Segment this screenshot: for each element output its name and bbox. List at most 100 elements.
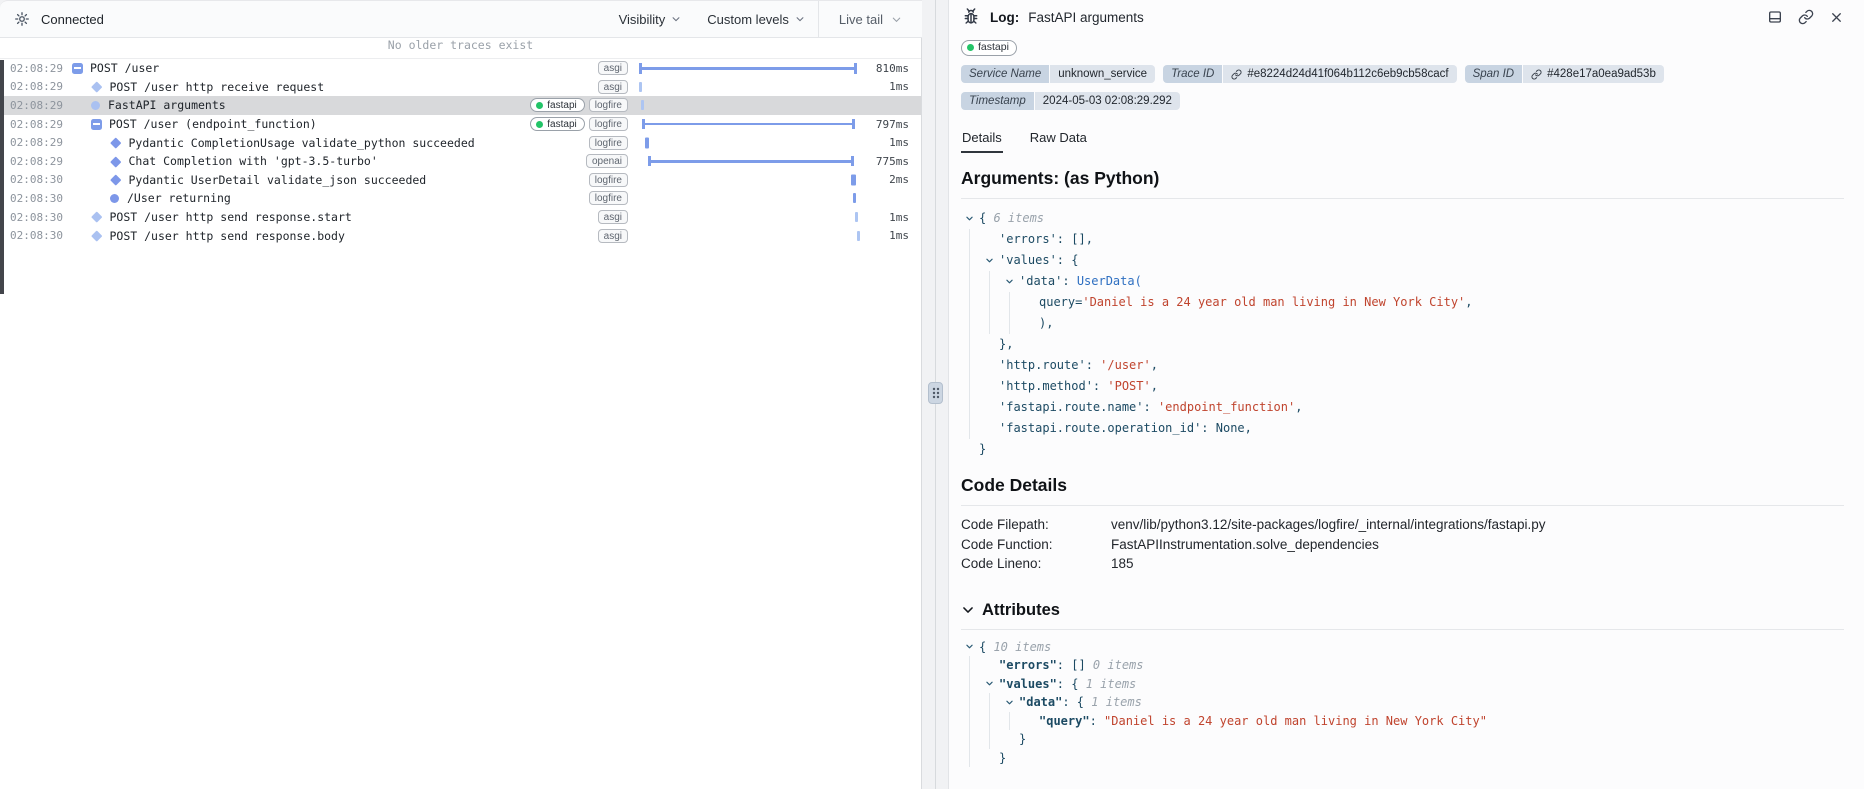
indent-guide bbox=[989, 271, 1005, 292]
tree-line-text: "query": "Daniel is a 24 year old man li… bbox=[1039, 712, 1487, 731]
chip-value[interactable]: #428e17a0ea9ad53b bbox=[1523, 65, 1664, 83]
indent-guide bbox=[1009, 712, 1025, 731]
list-scrollbar[interactable] bbox=[0, 60, 4, 294]
tree-line: { 6 items bbox=[965, 208, 1844, 229]
toggle-panel-layout-button[interactable] bbox=[1767, 9, 1783, 25]
record-title: FastAPI arguments bbox=[1028, 10, 1144, 25]
tree-line-text: "data": { 1 items bbox=[1019, 693, 1142, 712]
copy-link-button[interactable] bbox=[1798, 9, 1814, 25]
trace-row[interactable]: 02:08:29Chat Completion with 'gpt-3.5-tu… bbox=[0, 152, 921, 171]
indent-guide bbox=[969, 313, 985, 334]
connected-label: Connected bbox=[41, 12, 104, 27]
tree-collapse-toggle[interactable] bbox=[985, 250, 999, 271]
link-icon bbox=[1531, 69, 1542, 80]
app-window: Connected Visibility Custom levels bbox=[0, 0, 1864, 789]
metadata-chips: Service Nameunknown_serviceTrace ID#e822… bbox=[961, 65, 1844, 110]
tree-collapse-toggle[interactable] bbox=[985, 675, 999, 694]
duration-tick bbox=[641, 100, 644, 110]
scope-badge: fastapi bbox=[961, 40, 1017, 56]
tree-line: 'http.route': '/user', bbox=[965, 355, 1844, 376]
duration-tick bbox=[851, 174, 856, 185]
metadata-chip: Service Nameunknown_service bbox=[961, 65, 1155, 83]
tree-slot bbox=[1025, 313, 1039, 334]
tree-collapse-toggle[interactable] bbox=[1005, 693, 1019, 712]
trace-row[interactable]: 02:08:30/User returninglogfire bbox=[0, 189, 921, 208]
timeline-cell bbox=[638, 59, 863, 78]
custom-levels-label: Custom levels bbox=[707, 12, 789, 27]
indent-guide bbox=[1009, 292, 1025, 313]
trace-row[interactable]: 02:08:29FastAPI argumentsfastapilogfire bbox=[0, 96, 921, 115]
status-dot bbox=[536, 121, 543, 128]
trace-row-time: 02:08:29 bbox=[10, 136, 72, 149]
trace-row-time: 02:08:30 bbox=[10, 229, 72, 242]
tree-line-text: query='Daniel is a 24 year old man livin… bbox=[1039, 292, 1473, 313]
trace-toolbar: Connected Visibility Custom levels bbox=[0, 0, 922, 38]
trace-row-label: POST /user http send response.start bbox=[110, 210, 352, 224]
chevron-down-icon bbox=[795, 14, 805, 24]
visibility-label: Visibility bbox=[619, 12, 666, 27]
trace-row-time: 02:08:30 bbox=[10, 173, 72, 186]
trace-row[interactable]: 02:08:29POST /user (endpoint_function)fa… bbox=[0, 115, 921, 134]
record-kind-label: Log: bbox=[990, 10, 1019, 25]
duration-tick bbox=[855, 212, 858, 222]
duration-bar bbox=[648, 160, 854, 163]
tree-collapse-toggle[interactable] bbox=[1005, 271, 1019, 292]
trace-row[interactable]: 02:08:30POST /user http send response.bo… bbox=[0, 226, 921, 245]
indent-guide bbox=[989, 712, 1005, 731]
collapse-toggle-icon[interactable] bbox=[72, 63, 83, 74]
tree-line-text: } bbox=[979, 439, 986, 460]
tree-line: "query": "Daniel is a 24 year old man li… bbox=[965, 712, 1844, 731]
tab-raw-data[interactable]: Raw Data bbox=[1029, 125, 1088, 153]
duration-label: 2ms bbox=[863, 173, 909, 186]
attributes-heading-row: Attributes bbox=[961, 601, 1844, 620]
timeline-cell bbox=[638, 152, 863, 171]
visibility-dropdown[interactable]: Visibility bbox=[606, 1, 695, 37]
chip-row: Timestamp2024-05-03 02:08:29.292 bbox=[961, 92, 1844, 110]
trace-row-time: 02:08:30 bbox=[10, 192, 72, 205]
collapse-toggle-icon[interactable] bbox=[91, 119, 102, 130]
trace-row-time: 02:08:29 bbox=[10, 118, 72, 131]
live-tail-select[interactable]: Live tail bbox=[819, 1, 922, 37]
trace-row-badges: asgi bbox=[598, 61, 628, 75]
trace-row[interactable]: 02:08:29Pydantic CompletionUsage validat… bbox=[0, 133, 921, 152]
trace-row-label-cell: Chat Completion with 'gpt-3.5-turbo' bbox=[72, 154, 578, 168]
scope-badge: logfire bbox=[589, 117, 628, 131]
tree-line: } bbox=[965, 730, 1844, 749]
tab-details[interactable]: Details bbox=[961, 125, 1003, 153]
trace-row-time: 02:08:29 bbox=[10, 155, 72, 168]
tree-line-text: } bbox=[999, 749, 1006, 768]
tree-collapse-toggle[interactable] bbox=[965, 208, 979, 229]
indent-guide bbox=[969, 250, 985, 271]
tree-line-text: }, bbox=[999, 334, 1013, 355]
panel-resize-handle[interactable] bbox=[928, 382, 943, 404]
trace-row-badges: logfire bbox=[589, 173, 628, 187]
trace-row[interactable]: 02:08:30Pydantic UserDetail validate_jso… bbox=[0, 171, 921, 190]
chip-value[interactable]: #e8224d24d41f064b112c6eb9cb58cacf bbox=[1223, 65, 1456, 83]
trace-row-label-cell: POST /user http send response.body bbox=[72, 229, 590, 243]
trace-row[interactable]: 02:08:29POST /userasgi810ms bbox=[0, 59, 921, 78]
timeline-cell bbox=[638, 171, 863, 190]
tree-line-text: "values": { 1 items bbox=[999, 675, 1136, 694]
indent-guide bbox=[969, 418, 985, 439]
tree-line-text: { 10 items bbox=[979, 638, 1051, 657]
scope-badge: asgi bbox=[598, 61, 628, 75]
tree-line-text: 'http.method': 'POST', bbox=[999, 376, 1158, 397]
tree-line: ), bbox=[965, 313, 1844, 334]
trace-row[interactable]: 02:08:29POST /user http receive requesta… bbox=[0, 78, 921, 97]
tree-collapse-toggle[interactable] bbox=[965, 638, 979, 657]
trace-row-label-cell: POST /user bbox=[72, 61, 590, 75]
trace-row-badges: fastapilogfire bbox=[530, 98, 628, 112]
detail-tabs: Details Raw Data bbox=[961, 125, 1844, 153]
collapse-section-icon[interactable] bbox=[961, 603, 975, 617]
custom-levels-dropdown[interactable]: Custom levels bbox=[694, 1, 818, 37]
gear-icon[interactable] bbox=[14, 11, 30, 27]
trace-row[interactable]: 02:08:30POST /user http send response.st… bbox=[0, 208, 921, 227]
tree-line: }, bbox=[965, 334, 1844, 355]
close-icon[interactable] bbox=[1829, 10, 1844, 25]
tree-slot bbox=[965, 439, 979, 460]
scope-badge: asgi bbox=[598, 229, 628, 243]
no-older-traces-message: No older traces exist bbox=[0, 38, 921, 59]
scope-tag-row: fastapi bbox=[961, 38, 1844, 56]
trace-row-label-cell: /User returning bbox=[72, 191, 581, 205]
trace-rows: 02:08:29POST /userasgi810ms02:08:29POST … bbox=[0, 59, 921, 245]
